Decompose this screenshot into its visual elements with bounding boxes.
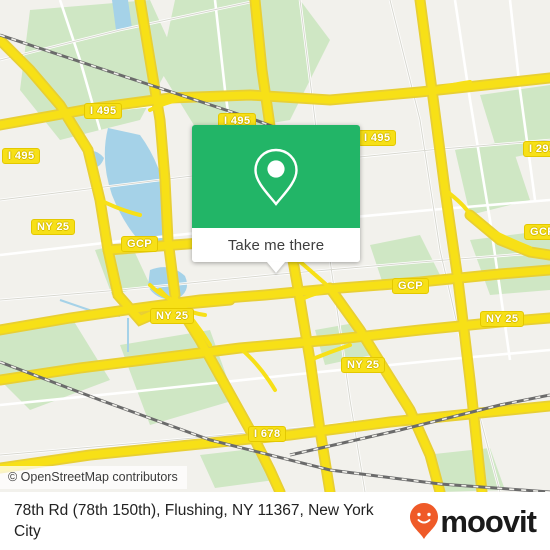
address-label: 78th Rd (78th 150th), Flushing, NY 11367… bbox=[14, 502, 374, 540]
moovit-pin-icon bbox=[410, 503, 439, 539]
map-attribution[interactable]: © OpenStreetMap contributors bbox=[0, 466, 187, 489]
take-me-there-label: Take me there bbox=[227, 236, 325, 254]
location-pin-icon bbox=[254, 148, 298, 206]
road-shield: NY 25 bbox=[31, 219, 76, 235]
popup-pointer bbox=[267, 262, 285, 273]
popup-action-area[interactable]: Take me there bbox=[192, 228, 360, 262]
moovit-logo[interactable]: moovit bbox=[409, 502, 550, 540]
road-shield: NY 25 bbox=[341, 357, 386, 373]
road-shield: NY 25 bbox=[480, 311, 525, 327]
road-shield: I 678 bbox=[248, 426, 287, 442]
road-shield: GCP bbox=[121, 236, 159, 252]
road-shield: GCP bbox=[392, 278, 430, 294]
road-shield: I 495 bbox=[358, 130, 397, 146]
map-screenshot: I 495 I 495 I 495 I 495 I 295 GCP GCP NY… bbox=[0, 0, 550, 550]
footer-bar: 78th Rd (78th 150th), Flushing, NY 11367… bbox=[0, 492, 550, 550]
road-shield: NY 25 bbox=[150, 308, 195, 324]
moovit-wordmark: moovit bbox=[440, 503, 537, 539]
road-shield: I 295 bbox=[523, 141, 550, 157]
map-popup-card[interactable]: Take me there bbox=[192, 125, 360, 273]
road-shield: GCP bbox=[524, 224, 550, 240]
road-shield: I 495 bbox=[2, 148, 41, 164]
road-shield: I 495 bbox=[84, 103, 123, 119]
popup-icon-area bbox=[192, 125, 360, 228]
